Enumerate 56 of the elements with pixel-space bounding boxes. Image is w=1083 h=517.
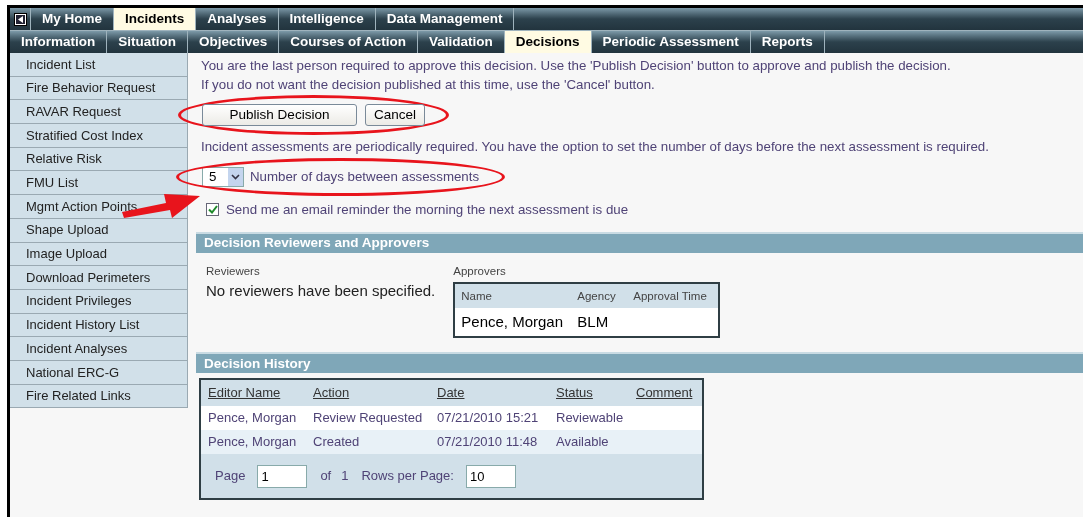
chevron-down-icon [231, 174, 240, 180]
table-cell-text: Pence, Morgan [208, 433, 298, 452]
instruction-text: You are the last person required to approve this decision. Use the 'Publish Decision' button to approve and publish the decision. [201, 57, 952, 75]
column-header: Approval Time [633, 288, 707, 304]
table-cell-text: Created [313, 433, 361, 452]
pager-label: Page [215, 467, 246, 486]
table-cell-text: BLM [577, 311, 610, 332]
action-button[interactable]: Publish Decision [202, 104, 357, 126]
days-select[interactable]: 5 [202, 167, 244, 187]
table-cell-text: Pence, Morgan [208, 409, 298, 428]
sidebar-item[interactable]: Stratified Cost Index [10, 124, 188, 148]
pager-label: of [320, 467, 332, 486]
column-header[interactable]: Action [313, 383, 437, 403]
sidebar-item[interactable]: Incident Analyses [10, 337, 188, 361]
instruction-text: If you do not want the decision published at this time, use the 'Cancel' button. [201, 76, 656, 94]
sidebar-item[interactable]: National ERC-G [10, 360, 188, 385]
reviewers-text: No reviewers have been specified. [206, 281, 436, 302]
sidebar-item[interactable]: Image Upload [10, 242, 188, 267]
checkmark-icon [207, 205, 218, 215]
sidebar-item[interactable]: Fire Behavior Request [10, 76, 188, 101]
table-cell-text: Available [556, 433, 610, 452]
table-cell-text: Pence, Morgan [461, 311, 565, 332]
sidebar-item[interactable]: RAVAR Request [10, 100, 188, 125]
section-header: Decision Reviewers and Approvers [196, 231, 1083, 253]
sidebar-item[interactable]: Shape Upload [10, 218, 188, 243]
sidebar-item[interactable]: Incident Privileges [10, 289, 188, 314]
action-button[interactable]: Cancel [365, 104, 426, 126]
page-count: 1 [341, 467, 349, 486]
section-header: Decision History [196, 352, 1083, 374]
rows-per-page-field[interactable]: 10 [465, 464, 516, 488]
sidebar-item[interactable]: Fire Related Links [10, 384, 188, 409]
table-cell-text: Review Requested [313, 409, 424, 428]
column-header: Name [461, 288, 493, 304]
nav-tab[interactable]: Decisions [504, 31, 592, 53]
assessment-text: Incident assessments are periodically required. You have the option to set the number of days before the next assessment is required. [201, 138, 990, 156]
sidebar-item[interactable]: Relative Risk [10, 147, 188, 172]
column-header[interactable]: Status [556, 383, 636, 403]
column-header[interactable]: Editor Name [208, 383, 313, 403]
sidebar-item[interactable]: Download Perimeters [10, 266, 188, 290]
column-header[interactable]: Date [437, 383, 556, 403]
column-header[interactable]: Comment [636, 383, 693, 403]
sidebar-item[interactable]: Incident History List [10, 313, 188, 338]
pager-label: Rows per Page: [361, 467, 454, 486]
page-field[interactable]: 1 [257, 464, 308, 488]
column-header: Agency [577, 288, 617, 304]
email-checkbox[interactable] [206, 203, 219, 217]
days-label: Number of days between assessments [250, 168, 480, 187]
approvers-label: Approvers [453, 263, 507, 279]
reviewers-label: Reviewers [206, 263, 261, 279]
nav-tab[interactable]: Incidents [114, 8, 197, 30]
table-cell-text: 07/21/2010 15:21 [437, 409, 540, 428]
table-cell-text: 07/21/2010 11:48 [437, 433, 539, 452]
sidebar-item[interactable]: Incident List [10, 53, 188, 77]
sidebar-item[interactable]: FMU List [10, 171, 188, 196]
checkbox-label: Send me an email reminder the morning the next assessment is due [226, 201, 629, 219]
table-cell-text: Reviewable [556, 409, 625, 428]
